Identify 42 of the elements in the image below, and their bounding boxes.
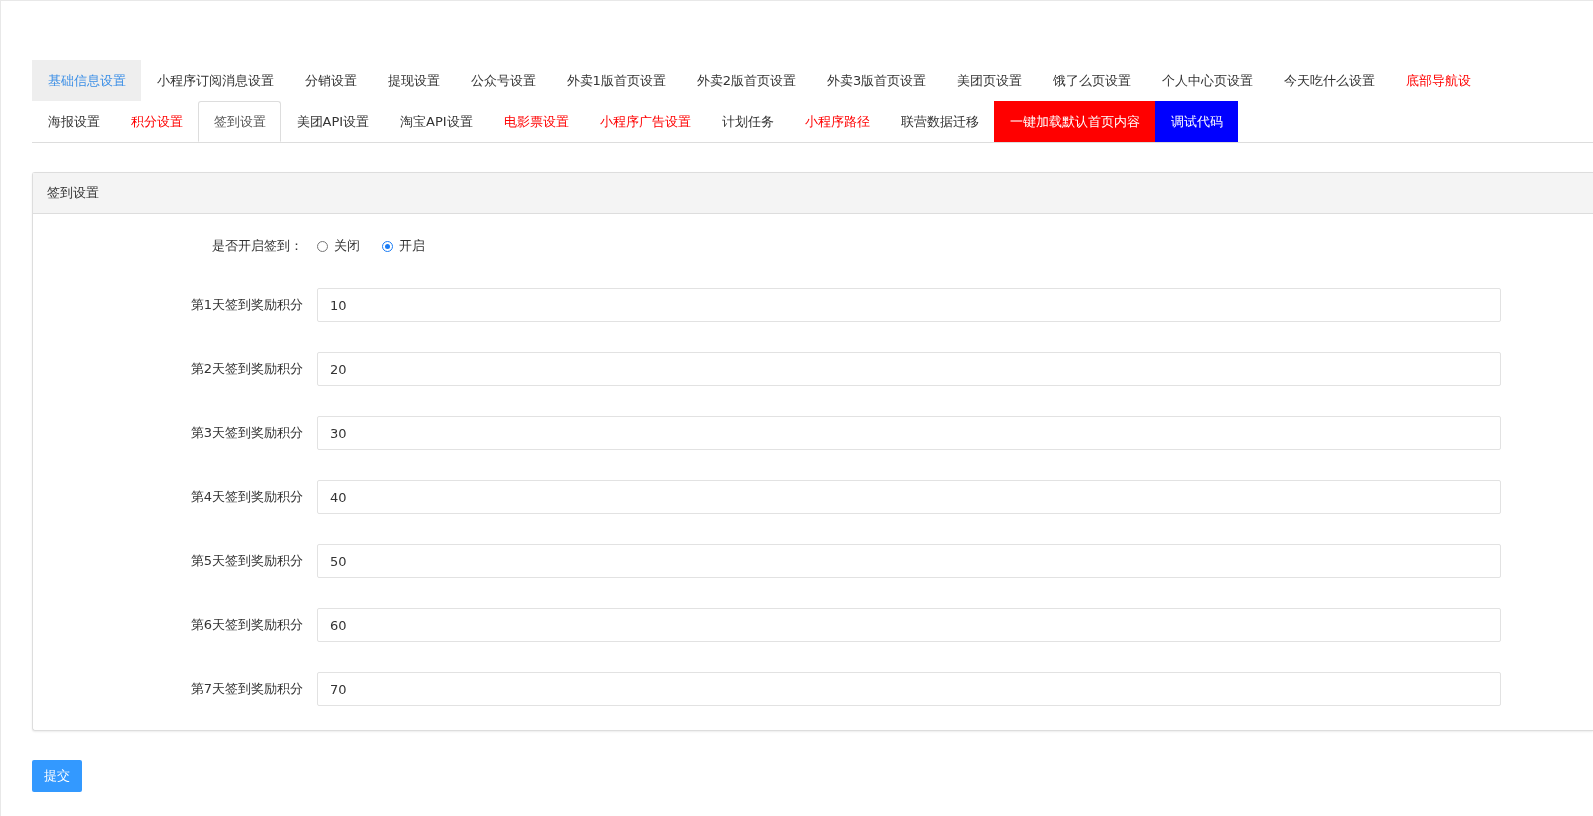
panel-title: 签到设置 xyxy=(47,184,99,202)
input-field[interactable]: 40 xyxy=(317,480,1501,514)
field-label: 第5天签到奖励积分 xyxy=(189,552,303,570)
input-field[interactable]: 50 xyxy=(317,544,1501,578)
tab[interactable]: 签到设置 xyxy=(198,101,281,142)
input-field[interactable]: 20 xyxy=(317,352,1501,386)
tab[interactable]: 海报设置 xyxy=(32,101,115,142)
tab[interactable]: 底部导航设 xyxy=(1390,60,1487,101)
tab[interactable]: 一键加载默认首页内容 xyxy=(994,101,1156,142)
tab[interactable]: 外卖1版首页设置 xyxy=(551,60,682,101)
tab[interactable]: 电影票设置 xyxy=(488,101,585,142)
tab[interactable]: 联营数据迁移 xyxy=(885,101,995,142)
field-label: 第2天签到奖励积分 xyxy=(189,360,303,378)
field-label: 第6天签到奖励积分 xyxy=(189,616,303,634)
tab[interactable]: 外卖2版首页设置 xyxy=(681,60,812,101)
radio-label: 开启 xyxy=(399,237,425,255)
tab[interactable]: 公众号设置 xyxy=(455,60,551,101)
tab[interactable]: 个人中心页设置 xyxy=(1146,60,1269,101)
tab[interactable]: 美团页设置 xyxy=(941,60,1038,101)
tab[interactable]: 积分设置 xyxy=(115,101,198,142)
tab[interactable]: 今天吃什么设置 xyxy=(1268,60,1391,101)
field-label: 第3天签到奖励积分 xyxy=(189,424,303,442)
tab[interactable]: 计划任务 xyxy=(706,101,790,142)
tab[interactable]: 美团API设置 xyxy=(281,101,385,142)
field-label: 第4天签到奖励积分 xyxy=(189,488,303,506)
input-field[interactable]: 70 xyxy=(317,672,1501,706)
tab[interactable]: 饿了么页设置 xyxy=(1037,60,1147,101)
tab[interactable]: 调试代码 xyxy=(1155,101,1239,142)
input-field[interactable]: 60 xyxy=(317,608,1501,642)
tab[interactable]: 提现设置 xyxy=(372,60,455,101)
tab[interactable]: 分销设置 xyxy=(289,60,372,101)
input-field[interactable]: 10 xyxy=(317,288,1501,322)
tab[interactable]: 外卖3版首页设置 xyxy=(811,60,942,101)
field-label: 第7天签到奖励积分 xyxy=(189,680,303,698)
input-field[interactable]: 30 xyxy=(317,416,1501,450)
radio-label: 关闭 xyxy=(334,237,360,255)
tab[interactable]: 小程序订阅消息设置 xyxy=(141,60,289,101)
field-label: 第1天签到奖励积分 xyxy=(189,296,303,314)
field-label: 是否开启签到： xyxy=(211,237,303,255)
tab[interactable]: 淘宝API设置 xyxy=(384,101,489,142)
tab[interactable]: 小程序路径 xyxy=(789,101,886,142)
tab[interactable]: 小程序广告设置 xyxy=(584,101,707,142)
